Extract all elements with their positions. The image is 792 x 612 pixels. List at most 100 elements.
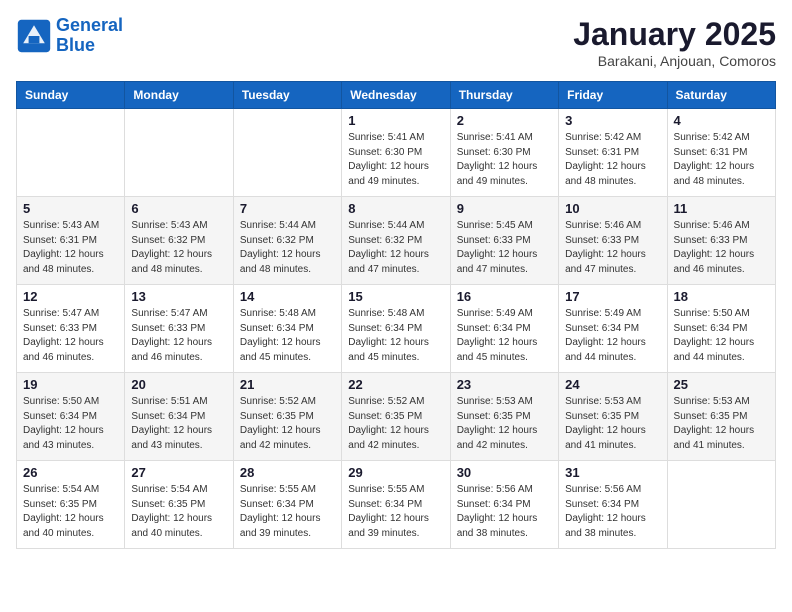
calendar-day-cell: 21 Sunrise: 5:52 AM Sunset: 6:35 PM Dayli…	[233, 373, 341, 461]
day-number: 29	[348, 465, 443, 480]
calendar-day-cell: 22Sunrise: 5:52 AM Sunset: 6:35 PM Dayli…	[342, 373, 450, 461]
day-info: Sunrise: 5:46 AM Sunset: 6:33 PM Dayligh…	[674, 219, 769, 277]
day-info: Sunrise: 5:55 AM Sunset: 6:34 PM Dayligh…	[348, 483, 443, 541]
day-number: 4	[674, 113, 769, 128]
weekday-header: Sunday	[17, 82, 125, 109]
day-info: Sunrise: 5:53 AM Sunset: 6:35 PM Dayligh…	[674, 395, 769, 453]
day-number: 28	[240, 465, 335, 480]
day-info: Sunrise: 5:52 AM Sunset: 6:35 PM Dayligh…	[240, 395, 335, 453]
day-number: 21	[240, 377, 335, 392]
weekday-header: Friday	[559, 82, 667, 109]
day-info: Sunrise: 5:46 AM Sunset: 6:33 PM Dayligh…	[565, 219, 660, 277]
day-number: 22	[348, 377, 443, 392]
day-number: 31	[565, 465, 660, 480]
calendar-day-cell: 11Sunrise: 5:46 AM Sunset: 6:33 PM Dayli…	[667, 197, 775, 285]
calendar-day-cell: 10 Sunrise: 5:46 AM Sunset: 6:33 PM Dayli…	[559, 197, 667, 285]
calendar-day-cell: 2 Sunrise: 5:41 AM Sunset: 6:30 PM Daylig…	[450, 109, 558, 197]
day-number: 20	[131, 377, 226, 392]
day-number: 12	[23, 289, 118, 304]
day-info: Sunrise: 5:53 AM Sunset: 6:35 PM Dayligh…	[565, 395, 660, 453]
calendar-table: SundayMondayTuesdayWednesdayThursdayFrid…	[16, 81, 776, 549]
day-info: Sunrise: 5:48 AM Sunset: 6:34 PM Dayligh…	[348, 307, 443, 365]
calendar-day-cell: 25 Sunrise: 5:53 AM Sunset: 6:35 PM Dayli…	[667, 373, 775, 461]
day-number: 13	[131, 289, 226, 304]
weekday-header: Wednesday	[342, 82, 450, 109]
day-number: 15	[348, 289, 443, 304]
day-number: 5	[23, 201, 118, 216]
calendar-week-row: 19Sunrise: 5:50 AM Sunset: 6:34 PM Dayli…	[17, 373, 776, 461]
day-number: 24	[565, 377, 660, 392]
page-header: General Blue January 2025 Barakani, Anjo…	[16, 16, 776, 69]
day-number: 3	[565, 113, 660, 128]
calendar-day-cell: 16Sunrise: 5:49 AM Sunset: 6:34 PM Dayli…	[450, 285, 558, 373]
day-number: 6	[131, 201, 226, 216]
calendar-day-cell: 14Sunrise: 5:48 AM Sunset: 6:34 PM Dayli…	[233, 285, 341, 373]
title-area: January 2025 Barakani, Anjouan, Comoros	[573, 16, 776, 69]
calendar-day-cell: 27Sunrise: 5:54 AM Sunset: 6:35 PM Dayli…	[125, 461, 233, 549]
calendar-week-row: 26Sunrise: 5:54 AM Sunset: 6:35 PM Dayli…	[17, 461, 776, 549]
weekday-header: Tuesday	[233, 82, 341, 109]
calendar-day-cell: 8Sunrise: 5:44 AM Sunset: 6:32 PM Daylig…	[342, 197, 450, 285]
weekday-header: Saturday	[667, 82, 775, 109]
calendar-day-cell: 30 Sunrise: 5:56 AM Sunset: 6:34 PM Dayli…	[450, 461, 558, 549]
weekday-header: Thursday	[450, 82, 558, 109]
day-number: 2	[457, 113, 552, 128]
day-info: Sunrise: 5:43 AM Sunset: 6:31 PM Dayligh…	[23, 219, 118, 277]
calendar-day-cell: 28 Sunrise: 5:55 AM Sunset: 6:34 PM Dayli…	[233, 461, 341, 549]
month-title: January 2025	[573, 16, 776, 53]
calendar-day-cell: 17 Sunrise: 5:49 AM Sunset: 6:34 PM Dayli…	[559, 285, 667, 373]
day-info: Sunrise: 5:42 AM Sunset: 6:31 PM Dayligh…	[565, 131, 660, 189]
day-number: 7	[240, 201, 335, 216]
day-info: Sunrise: 5:53 AM Sunset: 6:35 PM Dayligh…	[457, 395, 552, 453]
day-info: Sunrise: 5:54 AM Sunset: 6:35 PM Dayligh…	[23, 483, 118, 541]
day-number: 1	[348, 113, 443, 128]
calendar-day-cell: 29 Sunrise: 5:55 AM Sunset: 6:34 PM Dayli…	[342, 461, 450, 549]
day-info: Sunrise: 5:43 AM Sunset: 6:32 PM Dayligh…	[131, 219, 226, 277]
day-info: Sunrise: 5:47 AM Sunset: 6:33 PM Dayligh…	[131, 307, 226, 365]
day-info: Sunrise: 5:49 AM Sunset: 6:34 PM Dayligh…	[457, 307, 552, 365]
day-number: 18	[674, 289, 769, 304]
day-info: Sunrise: 5:42 AM Sunset: 6:31 PM Dayligh…	[674, 131, 769, 189]
day-info: Sunrise: 5:41 AM Sunset: 6:30 PM Dayligh…	[457, 131, 552, 189]
calendar-day-cell: 24 Sunrise: 5:53 AM Sunset: 6:35 PM Dayli…	[559, 373, 667, 461]
day-info: Sunrise: 5:45 AM Sunset: 6:33 PM Dayligh…	[457, 219, 552, 277]
day-number: 14	[240, 289, 335, 304]
calendar-day-cell: 19Sunrise: 5:50 AM Sunset: 6:34 PM Dayli…	[17, 373, 125, 461]
calendar-day-cell: 7 Sunrise: 5:44 AM Sunset: 6:32 PM Daylig…	[233, 197, 341, 285]
day-info: Sunrise: 5:44 AM Sunset: 6:32 PM Dayligh…	[240, 219, 335, 277]
calendar-day-cell: 4 Sunrise: 5:42 AM Sunset: 6:31 PM Daylig…	[667, 109, 775, 197]
day-number: 30	[457, 465, 552, 480]
calendar-day-cell: 23Sunrise: 5:53 AM Sunset: 6:35 PM Dayli…	[450, 373, 558, 461]
day-info: Sunrise: 5:47 AM Sunset: 6:33 PM Dayligh…	[23, 307, 118, 365]
day-number: 27	[131, 465, 226, 480]
day-info: Sunrise: 5:55 AM Sunset: 6:34 PM Dayligh…	[240, 483, 335, 541]
calendar-day-cell	[667, 461, 775, 549]
day-info: Sunrise: 5:41 AM Sunset: 6:30 PM Dayligh…	[348, 131, 443, 189]
calendar-week-row: 5 Sunrise: 5:43 AM Sunset: 6:31 PM Daylig…	[17, 197, 776, 285]
logo-icon	[16, 18, 52, 54]
calendar-day-cell: 31 Sunrise: 5:56 AM Sunset: 6:34 PM Dayli…	[559, 461, 667, 549]
day-number: 9	[457, 201, 552, 216]
day-info: Sunrise: 5:49 AM Sunset: 6:34 PM Dayligh…	[565, 307, 660, 365]
day-info: Sunrise: 5:51 AM Sunset: 6:34 PM Dayligh…	[131, 395, 226, 453]
logo: General Blue	[16, 16, 123, 56]
weekday-header-row: SundayMondayTuesdayWednesdayThursdayFrid…	[17, 82, 776, 109]
calendar-day-cell: 20 Sunrise: 5:51 AM Sunset: 6:34 PM Dayli…	[125, 373, 233, 461]
calendar-day-cell: 9 Sunrise: 5:45 AM Sunset: 6:33 PM Daylig…	[450, 197, 558, 285]
day-info: Sunrise: 5:56 AM Sunset: 6:34 PM Dayligh…	[457, 483, 552, 541]
calendar-week-row: 12 Sunrise: 5:47 AM Sunset: 6:33 PM Dayli…	[17, 285, 776, 373]
logo-text: General Blue	[56, 16, 123, 56]
day-info: Sunrise: 5:44 AM Sunset: 6:32 PM Dayligh…	[348, 219, 443, 277]
calendar-day-cell: 12 Sunrise: 5:47 AM Sunset: 6:33 PM Dayli…	[17, 285, 125, 373]
day-info: Sunrise: 5:56 AM Sunset: 6:34 PM Dayligh…	[565, 483, 660, 541]
day-number: 25	[674, 377, 769, 392]
day-info: Sunrise: 5:50 AM Sunset: 6:34 PM Dayligh…	[674, 307, 769, 365]
day-number: 19	[23, 377, 118, 392]
calendar-day-cell: 3 Sunrise: 5:42 AM Sunset: 6:31 PM Daylig…	[559, 109, 667, 197]
location-subtitle: Barakani, Anjouan, Comoros	[573, 53, 776, 69]
calendar-day-cell: 6 Sunrise: 5:43 AM Sunset: 6:32 PM Daylig…	[125, 197, 233, 285]
calendar-week-row: 1 Sunrise: 5:41 AM Sunset: 6:30 PM Daylig…	[17, 109, 776, 197]
calendar-day-cell: 18 Sunrise: 5:50 AM Sunset: 6:34 PM Dayli…	[667, 285, 775, 373]
day-number: 10	[565, 201, 660, 216]
day-number: 17	[565, 289, 660, 304]
